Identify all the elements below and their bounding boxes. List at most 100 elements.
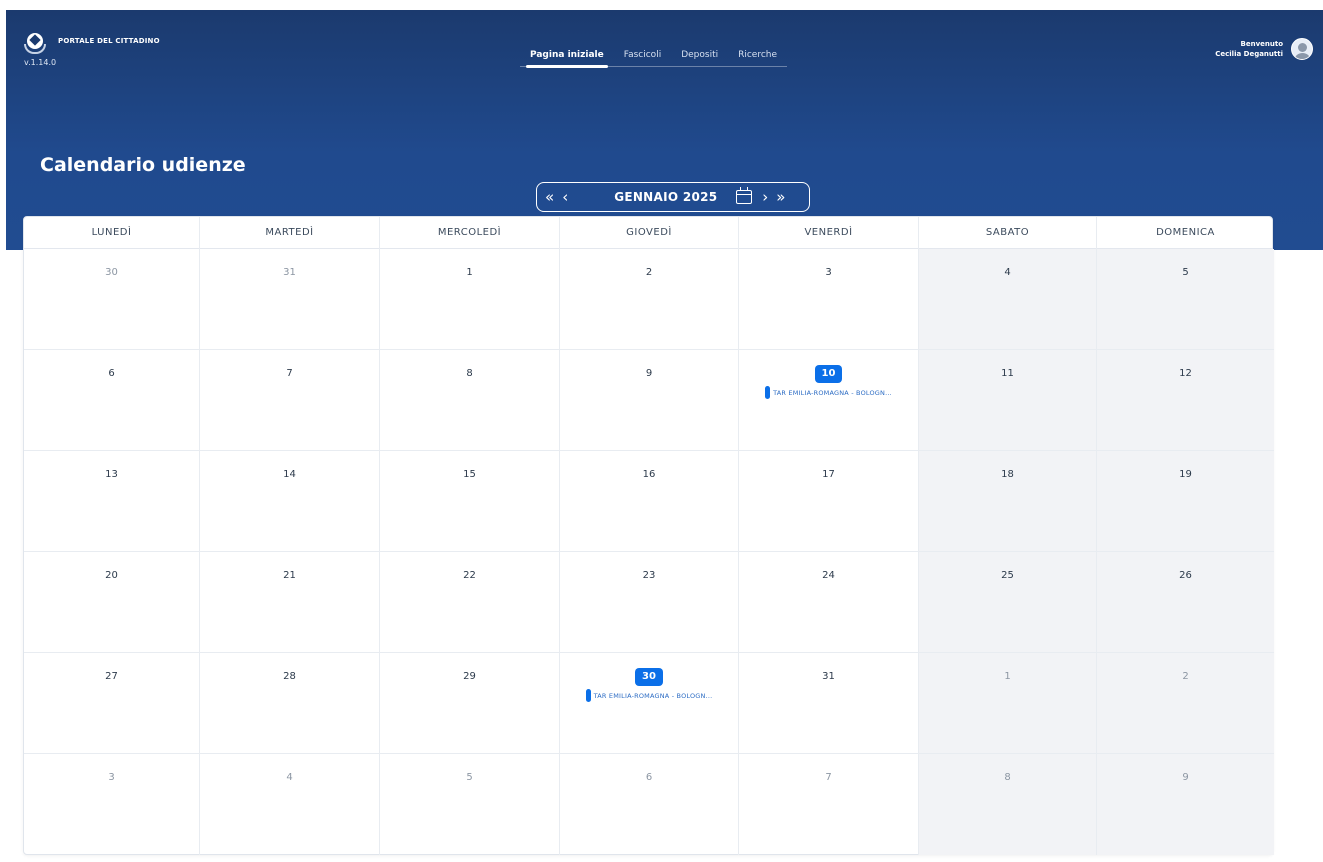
event-label: TAR EMILIA-ROMAGNA - BOLOGN... [773, 388, 892, 397]
calendar-day-cell[interactable]: 6 [560, 754, 739, 855]
weekday-friday: VENERDÌ [739, 217, 919, 249]
day-number: 7 [286, 368, 293, 379]
day-number: 29 [463, 671, 476, 682]
weekday-wednesday: MERCOLEDÌ [380, 217, 560, 249]
day-number: 4 [1004, 267, 1011, 278]
brand-title: PORTALE DEL CITTADINO [58, 37, 160, 45]
calendar-day-cell[interactable]: 7 [200, 350, 380, 451]
hearing-calendar: LUNEDÌ MARTEDÌ MERCOLEDÌ GIOVEDÌ VENERDÌ… [23, 216, 1274, 855]
calendar-grid: 30 31 1 2 3 4 5 6 7 8 9 10 TAR EMILIA-ROMAGNA - BOLO… [24, 249, 1274, 855]
day-number: 17 [822, 469, 835, 480]
user-greeting: Benvenuto [1240, 40, 1284, 48]
calendar-day-cell[interactable]: 17 [739, 451, 919, 552]
last-month-button[interactable]: » [772, 184, 789, 210]
hearing-event[interactable]: TAR EMILIA-ROMAGNA - BOLOGN... [560, 689, 738, 702]
calendar-day-cell[interactable]: 16 [560, 451, 739, 552]
calendar-day-cell[interactable]: 9 [1097, 754, 1274, 855]
nav-item-ricerche[interactable]: Ricerche [728, 46, 787, 66]
calendar-day-cell[interactable]: 24 [739, 552, 919, 653]
page-title: Calendario udienze [40, 154, 246, 176]
day-number: 30 [105, 267, 118, 278]
day-number: 20 [105, 570, 118, 581]
calendar-day-cell[interactable]: 3 [739, 249, 919, 350]
calendar-day-cell[interactable]: 8 [919, 754, 1097, 855]
calendar-day-cell[interactable]: 6 [24, 350, 200, 451]
day-number: 6 [108, 368, 115, 379]
calendar-day-cell[interactable]: 14 [200, 451, 380, 552]
calendar-day-cell[interactable]: 23 [560, 552, 739, 653]
calendar-day-cell[interactable]: 26 [1097, 552, 1274, 653]
calendar-day-cell[interactable]: 20 [24, 552, 200, 653]
calendar-day-cell[interactable]: 30 [24, 249, 200, 350]
calendar-day-cell[interactable]: 5 [1097, 249, 1274, 350]
calendar-day-cell[interactable]: 31 [200, 249, 380, 350]
day-number: 5 [1182, 267, 1189, 278]
calendar-day-cell[interactable]: 2 [560, 249, 739, 350]
calendar-day-cell[interactable]: 19 [1097, 451, 1274, 552]
day-number: 21 [283, 570, 296, 581]
calendar-day-cell[interactable]: 21 [200, 552, 380, 653]
calendar-day-cell[interactable]: 28 [200, 653, 380, 754]
next-month-button[interactable]: › [758, 184, 772, 210]
event-label: TAR EMILIA-ROMAGNA - BOLOGN... [593, 691, 713, 700]
calendar-day-cell[interactable]: 27 [24, 653, 200, 754]
nav-item-fascicoli[interactable]: Fascicoli [614, 46, 671, 66]
user-menu[interactable]: Benvenuto Cecilia Deganutti [1215, 38, 1313, 60]
weekday-thursday: GIOVEDÌ [560, 217, 739, 249]
calendar-day-cell[interactable]: 1 [919, 653, 1097, 754]
day-number: 18 [1001, 469, 1014, 480]
calendar-day-cell[interactable]: 1 [380, 249, 560, 350]
first-month-button[interactable]: « [541, 184, 558, 210]
calendar-day-cell[interactable]: 10 TAR EMILIA-ROMAGNA - BOLOGN... [739, 350, 919, 451]
day-number: 13 [105, 469, 118, 480]
day-number: 24 [822, 570, 835, 581]
day-number: 27 [105, 671, 118, 682]
calendar-day-cell[interactable]: 3 [24, 754, 200, 855]
calendar-day-cell[interactable]: 25 [919, 552, 1097, 653]
day-number: 2 [645, 267, 653, 278]
weekday-tuesday: MARTEDÌ [200, 217, 380, 249]
calendar-day-cell[interactable]: 30 TAR EMILIA-ROMAGNA - BOLOGN... [560, 653, 739, 754]
weekday-header: LUNEDÌ MARTEDÌ MERCOLEDÌ GIOVEDÌ VENERDÌ… [24, 217, 1272, 249]
calendar-day-cell[interactable]: 29 [380, 653, 560, 754]
calendar-day-cell[interactable]: 18 [919, 451, 1097, 552]
calendar-day-cell[interactable]: 7 [739, 754, 919, 855]
day-number: 22 [463, 570, 476, 581]
calendar-day-cell[interactable]: 5 [380, 754, 560, 855]
weekday-sunday: DOMENICA [1156, 227, 1215, 238]
calendar-day-cell[interactable]: 13 [24, 451, 200, 552]
italian-republic-emblem-icon [24, 32, 46, 54]
day-number: 15 [463, 469, 476, 480]
avatar-icon[interactable] [1291, 38, 1313, 60]
calendar-day-cell[interactable]: 4 [919, 249, 1097, 350]
day-number: 31 [822, 671, 835, 682]
day-number: 16 [642, 469, 656, 480]
calendar-picker-icon[interactable] [736, 187, 753, 204]
calendar-day-cell[interactable]: 22 [380, 552, 560, 653]
brand[interactable]: PORTALE DEL CITTADINO [24, 32, 160, 54]
day-number: 14 [283, 469, 296, 480]
day-number: 8 [466, 368, 473, 379]
calendar-day-cell[interactable]: 12 [1097, 350, 1274, 451]
day-number: 12 [1179, 368, 1192, 379]
calendar-day-cell[interactable]: 2 [1097, 653, 1274, 754]
day-number: 28 [283, 671, 296, 682]
hearing-event[interactable]: TAR EMILIA-ROMAGNA - BOLOGN... [739, 386, 918, 399]
day-number: 6 [645, 772, 653, 783]
header-banner: PORTALE DEL CITTADINO v.1.14.0 Pagina in… [6, 10, 1323, 250]
calendar-day-cell[interactable]: 11 [919, 350, 1097, 451]
weekday-monday: LUNEDÌ [24, 217, 200, 249]
calendar-day-cell[interactable]: 4 [200, 754, 380, 855]
nav-item-pagina-iniziale[interactable]: Pagina iniziale [520, 46, 614, 68]
event-marker-icon [585, 689, 591, 702]
calendar-day-cell[interactable]: 15 [380, 451, 560, 552]
previous-month-button[interactable]: ‹ [558, 184, 572, 210]
calendar-day-cell[interactable]: 9 [560, 350, 739, 451]
calendar-day-cell[interactable]: 8 [380, 350, 560, 451]
day-number: 1 [1004, 671, 1011, 682]
day-number: 1 [466, 267, 473, 278]
calendar-day-cell[interactable]: 31 [739, 653, 919, 754]
day-number: 7 [825, 772, 832, 783]
nav-item-depositi[interactable]: Depositi [671, 46, 728, 66]
weekday-saturday: SABATO [919, 217, 1097, 249]
